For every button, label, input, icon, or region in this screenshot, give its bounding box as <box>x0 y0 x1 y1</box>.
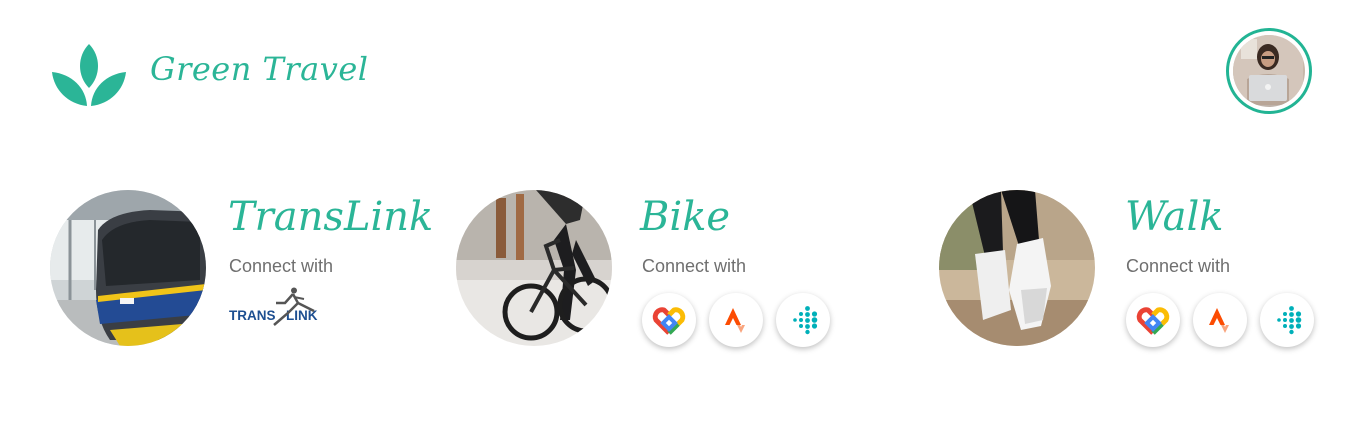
google-fit-icon <box>1136 307 1170 335</box>
translink-card[interactable]: TransLink Connect with TRANS LINK <box>50 190 433 350</box>
translink-logo[interactable]: TRANS LINK <box>228 287 332 327</box>
strava-button[interactable] <box>1193 293 1247 347</box>
provider-buttons <box>642 293 830 347</box>
google-fit-button[interactable] <box>642 293 696 347</box>
card-title: Bike <box>640 194 731 240</box>
fitbit-button[interactable] <box>1260 293 1314 347</box>
google-fit-icon <box>652 307 686 335</box>
train-photo <box>50 190 206 346</box>
fitbit-button[interactable] <box>776 293 830 347</box>
walk-card[interactable]: Walk Connect with <box>939 190 1329 350</box>
bike-photo <box>456 190 612 346</box>
google-fit-button[interactable] <box>1126 293 1180 347</box>
strava-button[interactable] <box>709 293 763 347</box>
app-logo[interactable] <box>50 42 128 108</box>
bike-card[interactable]: Bike Connect with <box>456 190 846 350</box>
provider-buttons <box>1126 293 1314 347</box>
app-title: Green Travel <box>150 50 369 88</box>
strava-icon <box>1209 308 1229 333</box>
strava-icon <box>725 308 745 333</box>
translink-logo-word1: TRANS <box>229 308 276 323</box>
leaf-logo-icon <box>52 44 126 106</box>
card-subtitle: Connect with <box>1126 256 1231 276</box>
fitbit-icon <box>793 306 818 335</box>
walk-photo <box>939 190 1095 346</box>
user-avatar[interactable] <box>1226 28 1312 114</box>
card-title: TransLink <box>228 194 434 240</box>
avatar-photo <box>1233 35 1305 107</box>
fitbit-icon <box>1277 306 1302 335</box>
card-title: Walk <box>1125 194 1224 240</box>
card-subtitle: Connect with <box>642 256 747 276</box>
card-subtitle: Connect with <box>229 256 334 276</box>
